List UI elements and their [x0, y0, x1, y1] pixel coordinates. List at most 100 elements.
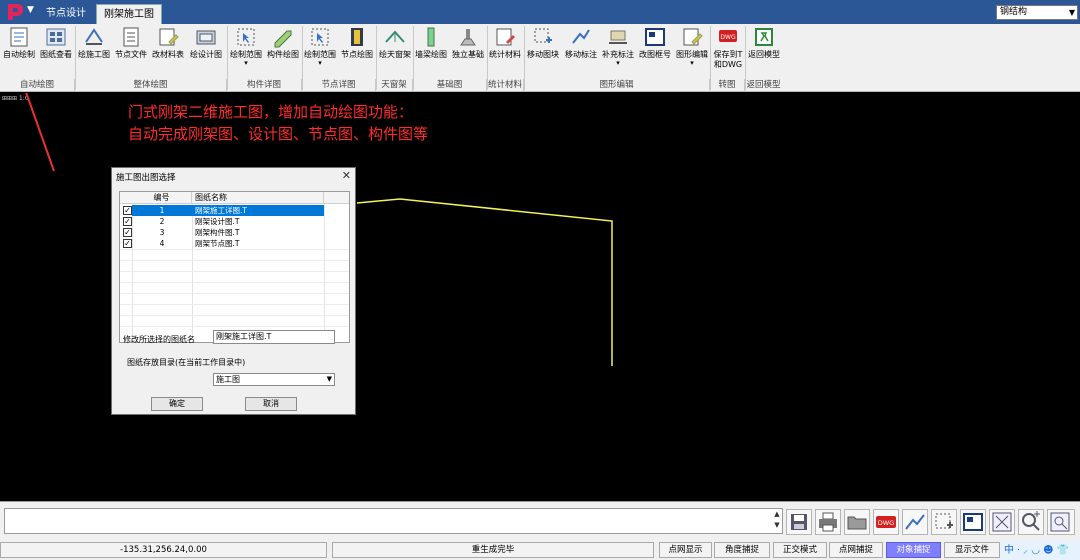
ortho-mode-toggle[interactable]: 正交模式	[773, 542, 827, 558]
return-model-button[interactable]: 返回模型	[746, 26, 782, 76]
select-window-icon[interactable]	[931, 509, 957, 535]
node-range-button[interactable]: 绘制范围 ▾	[302, 26, 338, 76]
list-item[interactable]: ✓ 1 刚架施工详图.T	[120, 205, 349, 216]
rename-input[interactable]: 刚架施工详图.T	[213, 330, 335, 344]
move-annotation-button[interactable]: 移动标注	[562, 26, 600, 76]
save-to-t-dwg-button[interactable]: DWG 保存到T 和DWG	[711, 26, 745, 76]
independent-foundation-button[interactable]: 独立基础	[450, 26, 486, 76]
edit-material-table-button[interactable]: 改材料表	[150, 26, 186, 76]
status-message: 重生成完毕	[332, 542, 654, 558]
group-label-foundation: 基础图	[413, 79, 487, 91]
auto-draw-button[interactable]: 自动绘制	[1, 26, 37, 76]
supplement-annotation-button[interactable]: 补充标注 ▾	[600, 26, 636, 76]
graphic-edit-button[interactable]: 图形编辑 ▾	[674, 26, 710, 76]
open-folder-icon[interactable]	[844, 509, 870, 535]
row-checkbox[interactable]: ✓	[123, 239, 132, 248]
frame-icon[interactable]	[960, 509, 986, 535]
column-header-number[interactable]: 编号	[132, 192, 192, 204]
draw-construction-icon	[85, 28, 103, 45]
app-logo-icon[interactable]	[4, 2, 26, 22]
chevron-down-icon: ▾	[690, 59, 694, 67]
row-checkbox[interactable]: ✓	[123, 206, 132, 215]
group-label-graphic-edit: 图形编辑	[524, 79, 710, 91]
grid-line	[120, 293, 349, 294]
row-name: 刚架构件图.T	[195, 228, 240, 237]
cancel-button[interactable]: 取消	[245, 397, 297, 411]
group-label-convert: 转图	[710, 79, 745, 91]
draw-construction-button[interactable]: 绘施工图	[76, 26, 112, 76]
select-range-icon	[237, 28, 255, 46]
zoom-in-icon[interactable]	[1018, 509, 1044, 535]
command-input[interactable]	[4, 522, 783, 534]
member-draw-button[interactable]: 构件绘图	[265, 26, 301, 76]
list-item[interactable]: ✓ 4 刚架节点图.T	[120, 238, 349, 249]
row-number: 4	[159, 239, 165, 248]
annotation-line-2: 自动完成刚架图、设计图、节点图、构件图等	[128, 125, 429, 143]
ime-indicator[interactable]: 中 ⸱ ⸝ ◡ ☻ 👕	[1000, 541, 1080, 560]
zoom-window-icon[interactable]	[1047, 509, 1075, 535]
draw-design-icon	[196, 30, 216, 45]
point-display-toggle[interactable]: 点网显示	[659, 542, 712, 558]
row-checkbox[interactable]: ✓	[123, 217, 132, 226]
point-snap-toggle[interactable]: 点网捕捉	[829, 542, 883, 558]
draw-design-button[interactable]: 绘设计图	[188, 26, 224, 76]
drawing-output-dialog[interactable]: 施工图出图选择 ✕ 编号 图纸名称 ✓ 1 刚架施工详图.T ✓ 2 刚架设计图…	[111, 167, 356, 415]
wall-beam-icon	[427, 27, 435, 47]
exit-icon	[755, 28, 773, 46]
status-bar: -135.31,256.24,0.00 重生成完毕 点网显示 角度捕捉 正交模式…	[0, 540, 1080, 560]
node-draw-icon	[351, 28, 363, 46]
dialog-title: 施工图出图选择	[116, 173, 176, 183]
frame-number-icon	[645, 28, 665, 46]
feature-annotation: 门式刚架二维施工图，增加自动绘图功能： 自动完成刚架图、设计图、节点图、构件图等	[128, 101, 428, 145]
angle-snap-toggle[interactable]: 角度捕捉	[714, 542, 770, 558]
list-item[interactable]: ✓ 2 刚架设计图.T	[120, 216, 349, 227]
skylight-icon	[385, 30, 405, 43]
display-file-toggle[interactable]: 显示文件	[944, 542, 1000, 558]
row-number: 1	[132, 205, 192, 216]
close-icon[interactable]: ✕	[342, 169, 351, 182]
row-number: 3	[159, 228, 165, 237]
column-header-name[interactable]: 图纸名称	[192, 192, 324, 204]
annotation-icon[interactable]	[902, 509, 928, 535]
move-block-button[interactable]: 移动图块	[524, 26, 562, 76]
chevron-down-icon: ▾	[244, 59, 248, 67]
command-scroll-arrows-icon[interactable]: ▲ ▼	[772, 509, 782, 533]
dwg-export-icon[interactable]: DWG	[873, 509, 899, 535]
tab-node-design[interactable]: 节点设计	[36, 4, 96, 24]
node-file-button[interactable]: 节点文件	[113, 26, 149, 76]
row-name: 刚架设计图.T	[195, 217, 240, 226]
tab-frame-construction[interactable]: 刚架施工图	[96, 4, 162, 24]
structure-type-select[interactable]: 钢结构 ▼	[996, 5, 1078, 20]
change-frame-number-button[interactable]: 改图框号	[637, 26, 673, 76]
view-drawings-button[interactable]: 图纸查看	[38, 26, 74, 76]
rename-label: 修改所选择的图纸名	[123, 335, 195, 344]
directory-label: 图纸存放目录(在当前工作目录中)	[127, 358, 246, 367]
row-name: 刚架施工详图.T	[192, 205, 324, 216]
draw-skylight-button[interactable]: 绘天窗架	[377, 26, 413, 76]
object-snap-toggle[interactable]: 对象捕捉	[886, 542, 941, 558]
wall-beam-draw-button[interactable]: 墙梁绘图	[413, 26, 449, 76]
print-icon[interactable]	[815, 509, 841, 535]
group-label-overall-draw: 整体绘图	[75, 79, 227, 91]
zoom-extents-icon[interactable]	[989, 509, 1015, 535]
coordinate-readout: -135.31,256.24,0.00	[0, 542, 327, 558]
drawing-list[interactable]: 编号 图纸名称 ✓ 1 刚架施工详图.T ✓ 2 刚架设计图.T ✓ 3 刚架构…	[119, 191, 350, 343]
select-range-icon	[311, 28, 329, 46]
group-label-statistics: 统计材料	[487, 79, 524, 91]
statistics-material-button[interactable]: 统计材料	[487, 26, 523, 76]
chevron-down-icon: ▼	[1068, 8, 1075, 17]
node-draw-button[interactable]: 节点绘图	[339, 26, 375, 76]
app-menu-chevron-icon[interactable]: ▼	[27, 5, 34, 15]
command-bar: ▲ ▼ DWG	[0, 501, 1080, 540]
move-annotation-icon	[572, 29, 590, 44]
portal-frame-outline[interactable]	[356, 198, 613, 366]
chevron-down-icon: ▼	[326, 375, 332, 383]
row-checkbox[interactable]: ✓	[123, 228, 132, 237]
list-item[interactable]: ✓ 3 刚架构件图.T	[120, 227, 349, 238]
auto-draw-icon	[10, 27, 28, 47]
draw-range-button[interactable]: 绘制范围 ▾	[228, 26, 264, 76]
ok-button[interactable]: 确定	[151, 397, 203, 411]
directory-select[interactable]: 施工图 ▼	[213, 373, 335, 386]
command-history[interactable]	[4, 508, 783, 523]
save-icon[interactable]	[786, 509, 812, 535]
